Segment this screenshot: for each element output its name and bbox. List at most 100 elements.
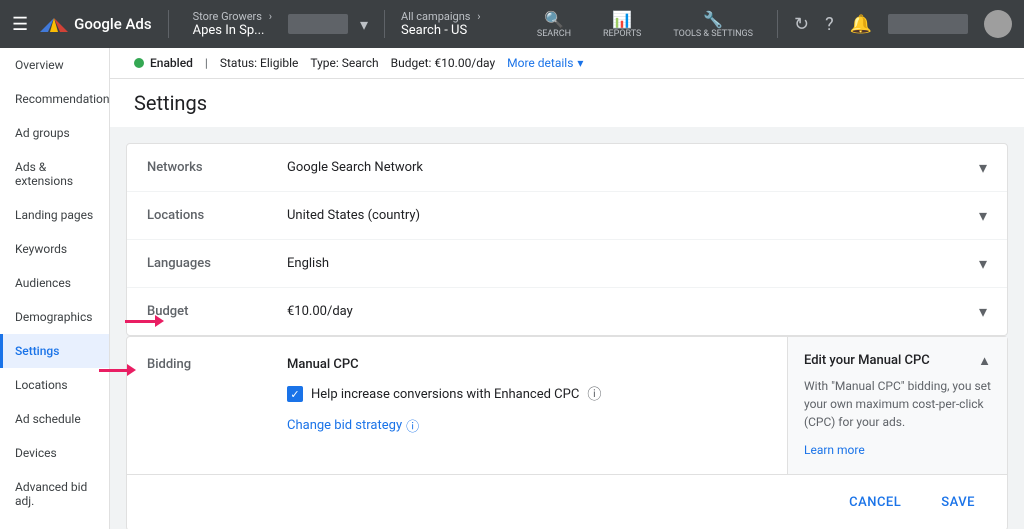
sidebar-item-ad-schedule[interactable]: Ad schedule (0, 402, 109, 436)
tools-label: TOOLS & SETTINGS (673, 29, 753, 39)
arrow-head (127, 364, 136, 376)
app-body: Overview Recommendations Ad groups Ads &… (0, 48, 1024, 529)
logo-icon (40, 12, 68, 36)
nav-divider-2 (384, 10, 385, 38)
bidding-actions: CANCEL SAVE (127, 474, 1007, 529)
sidebar-item-ad-groups[interactable]: Ad groups (0, 116, 109, 150)
budget-row[interactable]: Budget €10.00/day ▾ (127, 288, 1007, 335)
status-enabled: Enabled (134, 56, 193, 70)
tools-icon: 🔧 (703, 10, 723, 29)
status-separator: | (205, 56, 208, 70)
help-icon[interactable]: ? (825, 14, 834, 35)
reports-nav-button[interactable]: 📊 REPORTS (595, 6, 649, 43)
arrow-body (99, 369, 127, 372)
languages-row[interactable]: Languages English ▾ (127, 240, 1007, 288)
status-eligible: Status: Eligible (220, 56, 299, 70)
store-name: Store Growers › (193, 10, 276, 23)
status-budget: Budget: €10.00/day (391, 56, 496, 70)
notification-icon[interactable]: 🔔 (850, 14, 872, 35)
sidebar-item-settings[interactable]: Settings (0, 334, 109, 368)
bidding-card: Bidding Manual CPC ✓ Help increase conve… (126, 336, 1008, 529)
enhanced-cpc-checkbox-row: ✓ Help increase conversions with Enhance… (287, 384, 767, 404)
account-display (888, 14, 968, 34)
refresh-icon[interactable]: ↻ (794, 14, 809, 35)
search-icon: 🔍 (544, 10, 564, 29)
sidebar-item-locations[interactable]: Locations (0, 368, 109, 402)
languages-label: Languages (147, 256, 287, 271)
collapse-icon[interactable]: ▲ (978, 353, 991, 369)
page-header: Settings (110, 79, 1024, 127)
enhanced-cpc-checkbox[interactable]: ✓ (287, 386, 303, 402)
bidding-right-panel: Edit your Manual CPC ▲ With "Manual CPC"… (787, 337, 1007, 474)
settings-card: Networks Google Search Network ▾ Locatio… (126, 143, 1008, 336)
reports-label: REPORTS (603, 29, 641, 39)
edit-panel-description: With "Manual CPC" bidding, you set your … (804, 377, 991, 431)
logo-text: Google Ads (74, 15, 151, 33)
networks-row[interactable]: Networks Google Search Network ▾ (127, 144, 1007, 192)
avatar[interactable] (984, 10, 1012, 38)
bidding-top: Bidding Manual CPC ✓ Help increase conve… (147, 357, 767, 435)
sidebar-item-audiences[interactable]: Audiences (0, 266, 109, 300)
bidding-left-panel: Bidding Manual CPC ✓ Help increase conve… (127, 337, 787, 474)
budget-label: Budget (147, 304, 287, 319)
search-nav-button[interactable]: 🔍 SEARCH (529, 6, 579, 43)
sidebar-item-keywords[interactable]: Keywords (0, 232, 109, 266)
bidding-arrow-indicator (125, 315, 164, 327)
nav-divider-1 (168, 10, 169, 38)
reports-icon: 📊 (612, 10, 632, 29)
settings-arrow-indicator (99, 364, 136, 376)
status-dot (134, 58, 144, 68)
status-type: Type: Search (310, 56, 378, 70)
save-button[interactable]: SAVE (929, 487, 987, 518)
search-us-label: Search - US (401, 23, 484, 38)
search-label: SEARCH (537, 29, 571, 39)
nav-tool-icons: 🔍 SEARCH 📊 REPORTS 🔧 TOOLS & SETTINGS (529, 6, 761, 43)
sidebar-item-advanced-bid[interactable]: Advanced bid adj. (0, 470, 109, 518)
main-content: Enabled | Status: Eligible Type: Search … (110, 48, 1024, 529)
enhanced-cpc-label: Help increase conversions with Enhanced … (311, 387, 579, 402)
locations-value: United States (country) (287, 208, 979, 223)
tools-nav-button[interactable]: 🔧 TOOLS & SETTINGS (665, 6, 761, 43)
learn-more-link[interactable]: Learn more (804, 443, 865, 457)
languages-chevron-icon: ▾ (979, 254, 987, 273)
breadcrumb: Store Growers › Apes In Sp... (193, 10, 276, 38)
sidebar-item-ads-extensions[interactable]: Ads & extensions (0, 150, 109, 198)
menu-icon[interactable]: ☰ (12, 14, 28, 35)
enabled-text: Enabled (150, 56, 193, 70)
sidebar-item-change-history[interactable]: Change history (0, 518, 109, 529)
google-ads-logo: Google Ads (40, 12, 151, 36)
networks-value: Google Search Network (287, 160, 979, 175)
all-campaigns-label: All campaigns › (401, 10, 484, 23)
more-details-button[interactable]: More details ▾ (507, 56, 583, 70)
budget-value: €10.00/day (287, 304, 979, 319)
campaign-name: Apes In Sp... (193, 23, 276, 38)
change-bid-help-icon: ⓘ (406, 416, 419, 435)
locations-row[interactable]: Locations United States (country) ▾ (127, 192, 1007, 240)
enhanced-cpc-help-icon[interactable]: ⓘ (587, 384, 601, 404)
locations-chevron-icon: ▾ (979, 206, 987, 225)
sidebar-item-devices[interactable]: Devices (0, 436, 109, 470)
bidding-section-label: Bidding (147, 357, 287, 435)
campaign-breadcrumb: All campaigns › Search - US (401, 10, 484, 38)
sidebar-item-recommendations[interactable]: Recommendations (0, 82, 109, 116)
bidding-arrow-body (125, 320, 155, 323)
networks-label: Networks (147, 160, 287, 175)
edit-panel-title: Edit your Manual CPC ▲ (804, 353, 991, 369)
networks-chevron-icon: ▾ (979, 158, 987, 177)
status-bar: Enabled | Status: Eligible Type: Search … (110, 48, 1024, 79)
sidebar-item-demographics[interactable]: Demographics (0, 300, 109, 334)
nav-action-icons: ↻ ? 🔔 (794, 14, 872, 35)
sidebar-item-overview[interactable]: Overview (0, 48, 109, 82)
bidding-inner: Bidding Manual CPC ✓ Help increase conve… (127, 337, 1007, 474)
chevron-down-icon: ▾ (577, 56, 583, 70)
cancel-button[interactable]: CANCEL (837, 487, 913, 518)
account-selector[interactable] (288, 14, 348, 34)
change-bid-strategy-link[interactable]: Change bid strategy ⓘ (287, 416, 767, 435)
sidebar-item-landing-pages[interactable]: Landing pages (0, 198, 109, 232)
dropdown-arrow[interactable]: ▾ (360, 15, 368, 34)
budget-chevron-icon: ▾ (979, 302, 987, 321)
bidding-method: Manual CPC (287, 357, 767, 372)
checkmark-icon: ✓ (290, 388, 299, 401)
languages-value: English (287, 256, 979, 271)
sidebar: Overview Recommendations Ad groups Ads &… (0, 48, 110, 529)
